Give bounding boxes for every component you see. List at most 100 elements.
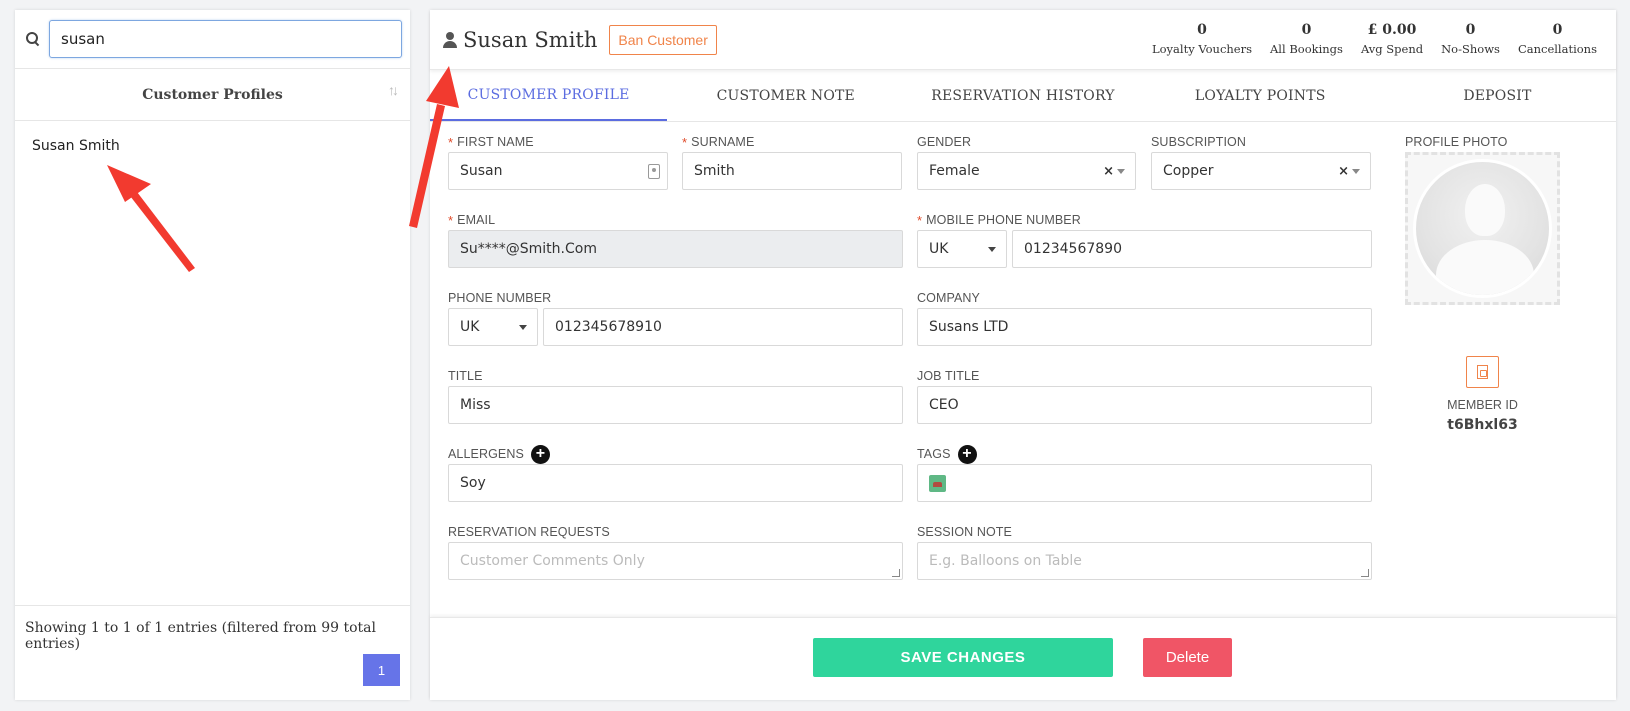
user-icon — [443, 31, 457, 48]
input-value: CEO — [929, 397, 959, 413]
stat-value: 0 — [1552, 22, 1563, 38]
form-actions: SAVE CHANGES Delete — [430, 617, 1616, 700]
chevron-down-icon — [519, 325, 527, 330]
chevron-down-icon — [988, 247, 996, 252]
first-name-input[interactable]: Susan — [448, 152, 668, 190]
surname-input[interactable]: Smith — [682, 152, 902, 190]
phone-country-select[interactable]: UK — [448, 308, 538, 346]
profile-header: Susan Smith Ban Customer 0 Loyalty Vouch… — [430, 10, 1616, 70]
pdf-download-button[interactable] — [1466, 356, 1499, 388]
company-label: COMPANY — [917, 290, 1372, 306]
session-note-textarea[interactable]: E.g. Balloons on Table — [917, 542, 1372, 580]
pdf-icon — [1477, 365, 1488, 379]
title-label: TITLE — [448, 368, 903, 384]
entries-info: Showing 1 to 1 of 1 entries (filtered fr… — [25, 620, 376, 652]
required-mark: * — [682, 134, 688, 150]
member-id-label: MEMBER ID — [1447, 398, 1518, 412]
add-tag-icon[interactable]: + — [957, 444, 977, 464]
resize-handle-icon[interactable] — [892, 569, 900, 577]
resize-handle-icon[interactable] — [1361, 569, 1369, 577]
stat-label: No-Shows — [1441, 42, 1500, 56]
tab-loyalty-points[interactable]: LOYALTY POINTS — [1142, 70, 1379, 121]
subscription-field: SUBSCRIPTION Copper × — [1151, 134, 1371, 190]
label-text: COMPANY — [917, 291, 980, 305]
company-field: COMPANY Susans LTD — [917, 290, 1372, 346]
phone-number-input[interactable]: 012345678910 — [543, 308, 903, 346]
first-name-label: * FIRST NAME — [448, 134, 668, 150]
required-mark: * — [917, 212, 923, 228]
input-value: 01234567890 — [1024, 241, 1122, 257]
add-allergen-icon[interactable]: + — [530, 444, 550, 464]
tags-input[interactable] — [917, 464, 1372, 502]
list-item-name: Susan Smith — [32, 138, 120, 154]
ban-customer-button[interactable]: Ban Customer — [609, 24, 717, 55]
subscription-select[interactable]: Copper × — [1151, 152, 1371, 190]
profile-photo-column: PROFILE PHOTO MEMBER ID t6Bhxl63 — [1405, 134, 1560, 433]
label-text: SUBSCRIPTION — [1151, 135, 1246, 149]
customer-name: Susan Smith — [463, 27, 598, 52]
label-text: TAGS — [917, 447, 951, 461]
session-note-label: SESSION NOTE — [917, 524, 1372, 540]
stat-value: £ 0.00 — [1367, 22, 1417, 38]
delete-button[interactable]: Delete — [1143, 638, 1232, 677]
subscription-label: SUBSCRIPTION — [1151, 134, 1371, 150]
stat-loyalty-vouchers: 0 Loyalty Vouchers — [1143, 22, 1261, 56]
surname-label: * SURNAME — [682, 134, 902, 150]
placeholder-text: Customer Comments Only — [460, 553, 645, 569]
phone-label: PHONE NUMBER — [448, 290, 903, 306]
profile-tabs: CUSTOMER PROFILE CUSTOMER NOTE RESERVATI… — [430, 70, 1616, 122]
list-footer: Showing 1 to 1 of 1 entries (filtered fr… — [15, 605, 410, 700]
tab-deposit[interactable]: DEPOSIT — [1379, 70, 1616, 121]
reservation-requests-textarea[interactable]: Customer Comments Only — [448, 542, 903, 580]
select-value: UK — [460, 319, 480, 335]
select-value: Copper — [1163, 163, 1214, 179]
search-input[interactable] — [49, 20, 402, 58]
placeholder-text: E.g. Balloons on Table — [929, 553, 1082, 569]
customer-list-panel: Customer Profiles ↑↓ Susan Smith Showing… — [15, 10, 410, 700]
stat-label: All Bookings — [1270, 42, 1343, 56]
job-title-input[interactable]: CEO — [917, 386, 1372, 424]
title-input[interactable]: Miss — [448, 386, 903, 424]
save-changes-button[interactable]: SAVE CHANGES — [813, 638, 1113, 677]
allergens-field: ALLERGENS + Soy — [448, 444, 903, 502]
input-value: 012345678910 — [555, 319, 662, 335]
tag-chip-icon[interactable] — [929, 474, 946, 492]
pagination-page-1[interactable]: 1 — [363, 654, 400, 686]
label-text: EMAIL — [457, 213, 496, 227]
reservation-requests-label: RESERVATION REQUESTS — [448, 524, 903, 540]
clear-icon[interactable]: × — [1103, 164, 1114, 179]
list-title: Customer Profiles — [142, 86, 283, 103]
allergens-input[interactable]: Soy — [448, 464, 903, 502]
title-field: TITLE Miss — [448, 368, 903, 424]
clear-icon[interactable]: × — [1338, 164, 1349, 179]
phone-inputs: UK 012345678910 — [448, 306, 903, 346]
tags-label: TAGS + — [917, 444, 1372, 464]
label-text: SESSION NOTE — [917, 525, 1012, 539]
search-icon — [25, 31, 41, 47]
stat-cancellations: 0 Cancellations — [1509, 22, 1606, 56]
stat-avg-spend: £ 0.00 Avg Spend — [1352, 22, 1432, 56]
label-text: ALLERGENS — [448, 447, 524, 461]
email-label: * EMAIL — [448, 212, 903, 228]
gender-select[interactable]: Female × — [917, 152, 1136, 190]
input-value: Susan — [460, 163, 503, 179]
sort-icon[interactable]: ↑↓ — [388, 82, 399, 98]
tab-customer-profile[interactable]: CUSTOMER PROFILE — [430, 70, 668, 121]
profile-photo-dropzone[interactable] — [1405, 152, 1560, 305]
mobile-country-select[interactable]: UK — [917, 230, 1007, 268]
input-value: Soy — [460, 475, 486, 491]
company-input[interactable]: Susans LTD — [917, 308, 1372, 346]
tab-reservation-history[interactable]: RESERVATION HISTORY — [904, 70, 1141, 121]
list-item[interactable]: Susan Smith — [15, 121, 410, 171]
mobile-number-input[interactable]: 01234567890 — [1012, 230, 1372, 268]
job-title-field: JOB TITLE CEO — [917, 368, 1372, 424]
mobile-phone-inputs: UK 01234567890 — [917, 228, 1372, 268]
tab-customer-note[interactable]: CUSTOMER NOTE — [667, 70, 904, 121]
stat-value: 0 — [1197, 22, 1207, 38]
label-text: GENDER — [917, 135, 972, 149]
contact-card-icon[interactable] — [648, 164, 660, 179]
stat-label: Cancellations — [1517, 42, 1597, 56]
stat-value: 0 — [1301, 22, 1312, 38]
stat-label: Avg Spend — [1360, 42, 1424, 56]
chevron-down-icon — [1352, 169, 1360, 174]
